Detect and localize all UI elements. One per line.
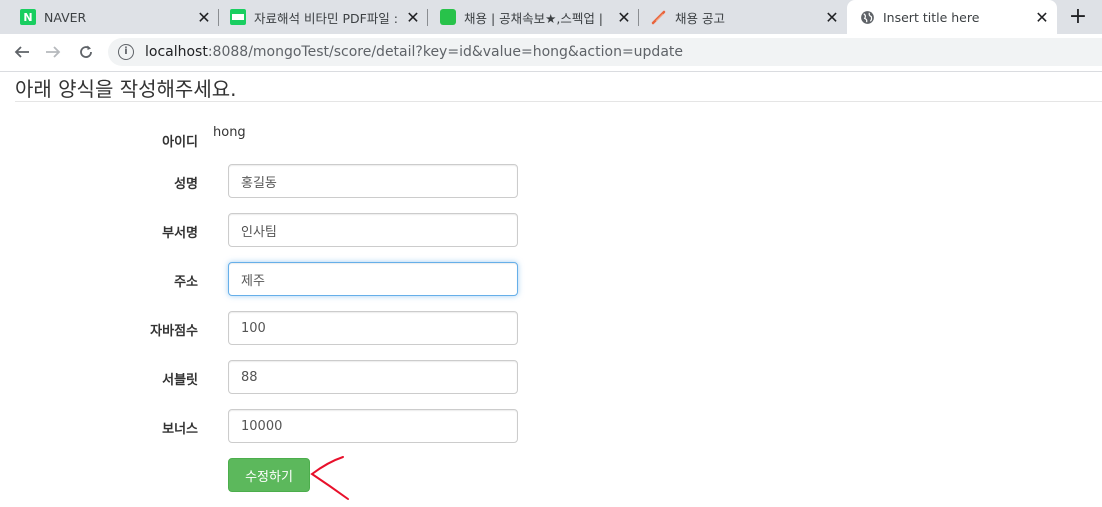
heading-divider: [15, 101, 1102, 102]
new-tab-button[interactable]: +: [1064, 3, 1092, 31]
feather-icon: [651, 9, 667, 25]
servlet-score-input[interactable]: [228, 360, 518, 394]
forward-button[interactable]: [40, 39, 66, 65]
reload-icon: [80, 45, 92, 58]
info-icon[interactable]: i: [118, 44, 134, 60]
tab-title: Insert title here: [883, 9, 980, 25]
java-score-input[interactable]: [228, 311, 518, 345]
globe-icon: [859, 9, 875, 25]
bonus-label: 보너스: [162, 422, 198, 437]
back-arrow-icon: [14, 46, 29, 58]
tab-blog[interactable]: 자료해석 비타민 PDF파일 : ✕: [219, 0, 428, 34]
url-text: localhost:8088/mongoTest/score/detail?ke…: [145, 44, 683, 60]
close-icon[interactable]: ✕: [1033, 8, 1051, 27]
page-heading: 아래 양식을 작성해주세요.: [15, 77, 237, 101]
close-icon[interactable]: ✕: [195, 8, 213, 27]
bonus-input[interactable]: [228, 409, 518, 443]
url-host: localhost: [145, 44, 208, 60]
update-button[interactable]: 수정하기: [228, 458, 310, 492]
address-bar[interactable]: i localhost:8088/mongoTest/score/detail?…: [108, 38, 1102, 66]
tab-insert-title[interactable]: Insert title here ✕: [847, 0, 1057, 34]
id-label: 아이디: [162, 135, 198, 150]
close-icon[interactable]: ✕: [823, 8, 841, 27]
servlet-score-label: 서블릿: [162, 373, 198, 388]
close-icon[interactable]: ✕: [615, 8, 633, 27]
back-button[interactable]: [9, 39, 35, 65]
forward-arrow-icon: [46, 46, 61, 58]
tab-naver[interactable]: N NAVER ✕: [0, 0, 219, 34]
department-input[interactable]: [228, 213, 518, 247]
id-value: hong: [213, 125, 246, 140]
reload-button[interactable]: [73, 39, 99, 65]
blog-icon: [230, 9, 246, 25]
name-label: 성명: [174, 177, 198, 192]
close-icon[interactable]: ✕: [404, 8, 422, 27]
tab-strip: N NAVER ✕ 자료해석 비타민 PDF파일 : ✕ 채용 | 공채속보★,…: [0, 0, 1102, 34]
tab-title: NAVER: [44, 9, 87, 25]
tab-title: 채용 공고: [675, 10, 725, 26]
java-score-label: 자바점수: [150, 324, 198, 339]
browser-toolbar: i localhost:8088/mongoTest/score/detail?…: [0, 34, 1102, 72]
name-input[interactable]: [228, 164, 518, 198]
tab-jobs[interactable]: 채용 공고 ✕: [639, 0, 847, 34]
spec-up-icon: [440, 9, 456, 25]
naver-icon: N: [20, 9, 36, 25]
url-path: :8088/mongoTest/score/detail?key=id&valu…: [207, 44, 684, 60]
address-input[interactable]: [228, 262, 518, 296]
tab-title: 자료해석 비타민 PDF파일 :: [254, 10, 398, 26]
tab-spec-up[interactable]: 채용 | 공채속보★,스펙업 | ✕: [428, 0, 639, 34]
red-arrow-annotation: [310, 456, 349, 500]
tab-title: 채용 | 공채속보★,스펙업 |: [464, 10, 604, 26]
address-label: 주소: [174, 275, 198, 290]
department-label: 부서명: [162, 226, 198, 241]
